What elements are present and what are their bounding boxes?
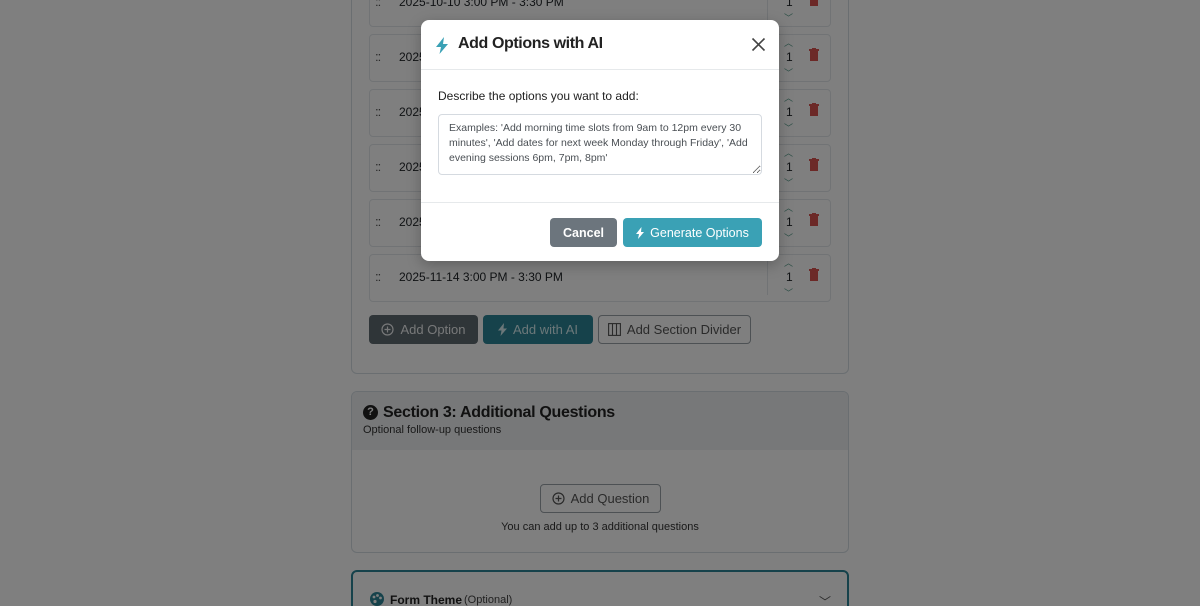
modal-footer-divider <box>421 202 779 203</box>
modal-header: Add Options with AI <box>421 20 779 70</box>
modal-description-label: Describe the options you want to add: <box>438 89 639 103</box>
lightning-bolt-icon <box>636 226 645 239</box>
close-icon[interactable] <box>751 37 766 52</box>
cancel-button[interactable]: Cancel <box>550 218 617 247</box>
generate-options-button[interactable]: Generate Options <box>623 218 762 247</box>
generate-options-label: Generate Options <box>650 225 749 240</box>
modal-title: Add Options with AI <box>458 35 603 52</box>
page: :: 2025-10-10 3:00 PM - 3:30 PM ︿ 1 ﹀ ::… <box>0 0 1200 606</box>
lightning-bolt-icon <box>436 37 448 54</box>
add-options-ai-modal: Add Options with AI Describe the options… <box>421 20 779 261</box>
options-description-input[interactable] <box>438 114 762 175</box>
